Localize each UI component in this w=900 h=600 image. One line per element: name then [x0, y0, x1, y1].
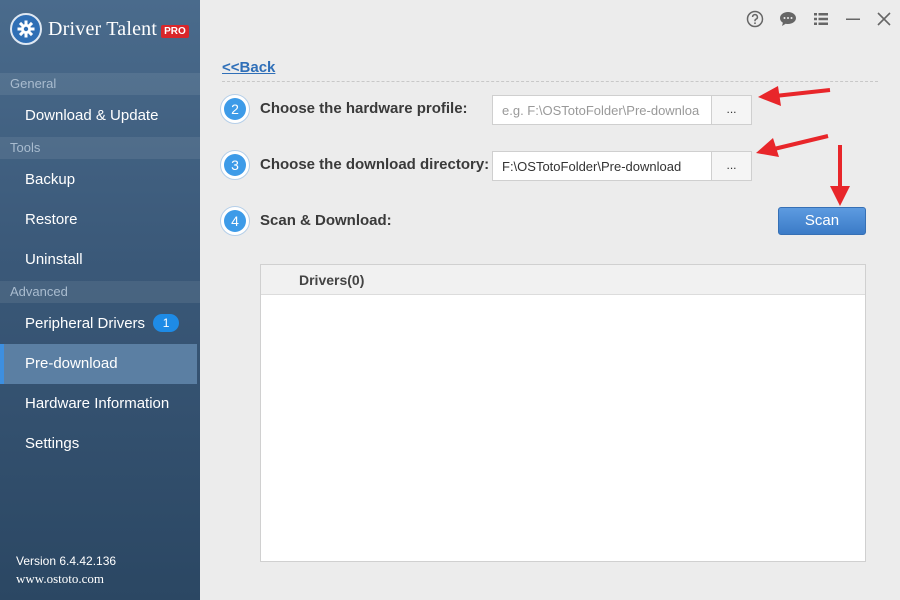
download-directory-input[interactable] — [492, 151, 712, 181]
back-link[interactable]: <<Back — [222, 59, 275, 76]
section-advanced: Advanced — [0, 281, 200, 303]
annotation-arrow-hardware-profile — [758, 86, 831, 106]
website-link[interactable]: www.ostoto.com — [16, 571, 104, 587]
download-directory-label: Choose the download directory: — [260, 156, 490, 173]
brand: Driver Talent PRO — [0, 0, 200, 58]
sidebar-item-download-update[interactable]: Download & Update — [0, 96, 197, 136]
version-label: Version 6.4.42.136 — [16, 554, 117, 568]
minimize-icon[interactable] — [843, 9, 863, 29]
sidebar-item-settings[interactable]: Settings — [0, 424, 197, 464]
close-icon[interactable] — [874, 9, 894, 29]
hardware-profile-browse-button[interactable]: ... — [711, 95, 752, 125]
sidebar-item-pre-download[interactable]: Pre-download — [0, 344, 197, 384]
app-name: Driver Talent — [48, 17, 158, 40]
gear-icon — [10, 13, 42, 45]
section-general: General — [0, 73, 200, 95]
hardware-profile-input[interactable] — [492, 95, 712, 125]
step-number-4: 4 — [220, 206, 250, 236]
feedback-icon[interactable] — [778, 9, 798, 29]
menu-icon[interactable] — [811, 9, 831, 29]
sidebar: Driver Talent PRO General Download & Upd… — [0, 0, 200, 600]
drivers-list — [261, 295, 865, 561]
pro-badge: PRO — [161, 24, 189, 38]
step-number-2: 2 — [220, 94, 250, 124]
section-tools: Tools — [0, 137, 200, 159]
count-badge: 1 — [153, 314, 180, 333]
scan-download-label: Scan & Download: — [260, 212, 392, 229]
sidebar-item-uninstall[interactable]: Uninstall — [0, 240, 197, 280]
hardware-profile-label: Choose the hardware profile: — [260, 100, 468, 117]
divider — [222, 81, 878, 82]
sidebar-item-label: Peripheral Drivers — [25, 315, 146, 332]
help-icon[interactable] — [745, 9, 765, 29]
sidebar-item-backup[interactable]: Backup — [0, 160, 197, 200]
sidebar-item-hardware-information[interactable]: Hardware Information — [0, 384, 197, 424]
download-directory-browse-button[interactable]: ... — [711, 151, 752, 181]
step-number-3: 3 — [220, 150, 250, 180]
sidebar-item-peripheral-drivers[interactable]: Peripheral Drivers 1 — [0, 304, 197, 344]
drivers-panel: Drivers(0) — [260, 264, 866, 562]
sidebar-item-restore[interactable]: Restore — [0, 200, 197, 240]
scan-button[interactable]: Scan — [778, 207, 866, 235]
drivers-header: Drivers(0) — [261, 265, 865, 295]
annotation-arrow-scan — [830, 145, 850, 206]
annotation-arrow-download-directory — [756, 134, 829, 157]
